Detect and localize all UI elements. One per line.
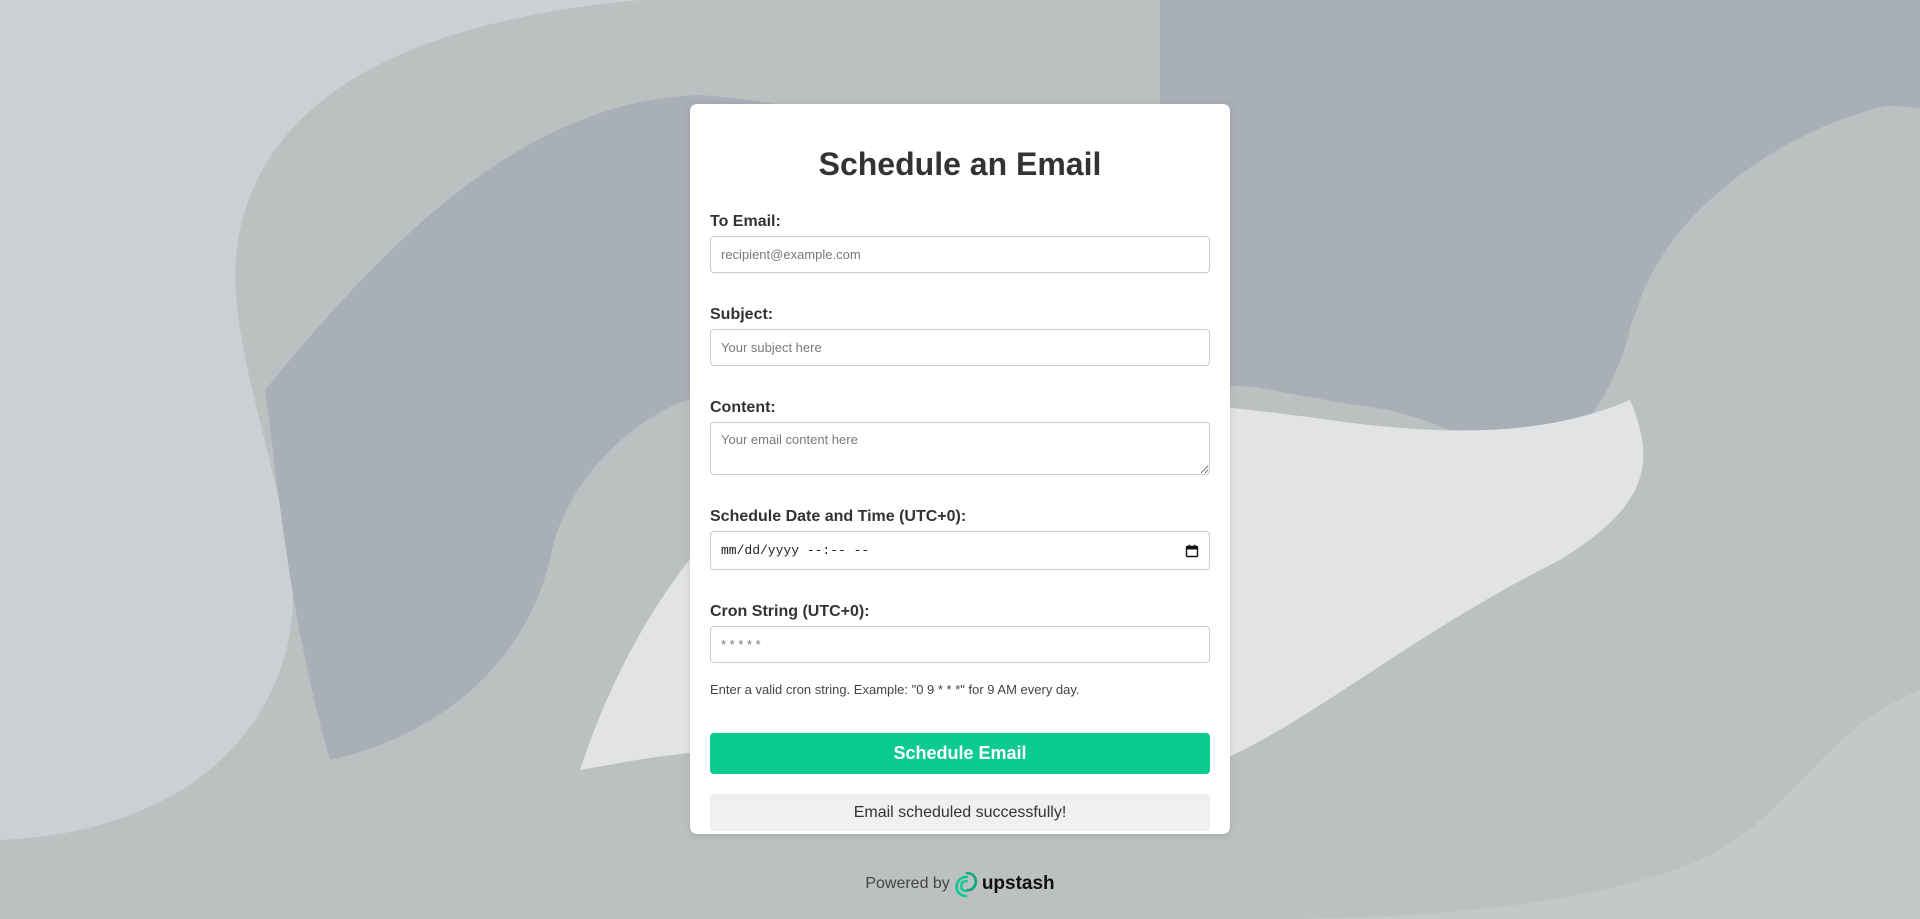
to-email-field-group: To Email: bbox=[710, 212, 1210, 273]
subject-field-group: Subject: bbox=[710, 305, 1210, 366]
content-textarea[interactable] bbox=[710, 422, 1210, 475]
upstash-logo-icon bbox=[955, 871, 977, 898]
calendar-icon[interactable] bbox=[1185, 544, 1199, 558]
subject-label: Subject: bbox=[710, 306, 774, 323]
cron-string-input[interactable] bbox=[710, 626, 1210, 663]
status-message: Email scheduled successfully! bbox=[710, 794, 1210, 831]
schedule-datetime-input[interactable]: mm/dd/yyyy --:-- -- bbox=[710, 531, 1210, 570]
cron-help-text: Enter a valid cron string. Example: "0 9… bbox=[710, 682, 1080, 697]
footer: Powered by upstash bbox=[0, 869, 1920, 899]
schedule-datetime-label: Schedule Date and Time (UTC+0): bbox=[710, 508, 967, 525]
datetime-value: mm/dd/yyyy --:-- -- bbox=[721, 543, 870, 558]
content-label: Content: bbox=[710, 399, 776, 416]
cron-string-label: Cron String (UTC+0): bbox=[710, 603, 870, 620]
page-title: Schedule an Email bbox=[818, 146, 1102, 182]
cron-field-group: Cron String (UTC+0): bbox=[710, 602, 1210, 663]
to-email-label: To Email: bbox=[710, 213, 781, 230]
schedule-email-button[interactable]: Schedule Email bbox=[710, 733, 1210, 774]
schedule-field-group: Schedule Date and Time (UTC+0): mm/dd/yy… bbox=[710, 507, 1210, 570]
upstash-link[interactable]: upstash bbox=[954, 870, 1055, 898]
powered-by-text: Powered by bbox=[865, 875, 950, 892]
to-email-input[interactable] bbox=[710, 236, 1210, 273]
subject-input[interactable] bbox=[710, 329, 1210, 366]
content-field-group: Content: bbox=[710, 398, 1210, 475]
schedule-email-card: Schedule an Email To Email: Subject: Con… bbox=[690, 104, 1230, 834]
brand-name: upstash bbox=[981, 873, 1055, 894]
